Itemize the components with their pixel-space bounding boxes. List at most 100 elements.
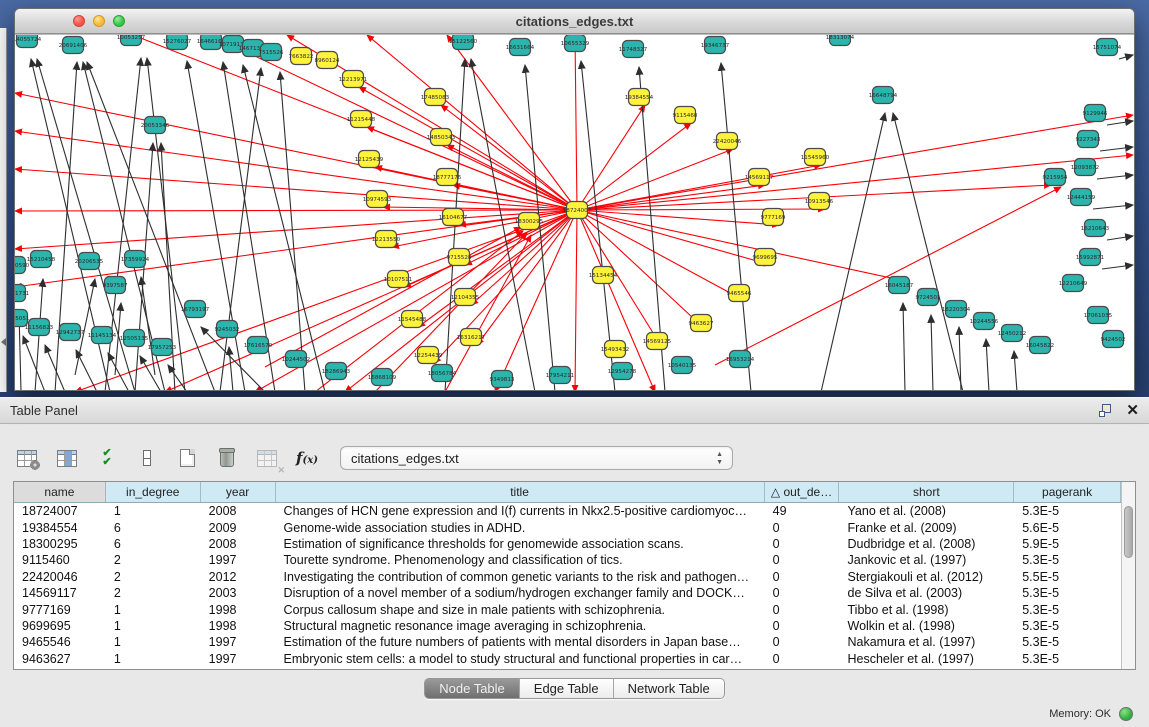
paper-node[interactable]: 16868109 xyxy=(368,369,397,386)
paper-node[interactable]: 17485083 xyxy=(421,89,450,106)
paper-node[interactable]: 16045187 xyxy=(885,277,914,294)
new-table-button[interactable] xyxy=(174,445,200,471)
table-row[interactable]: 2242004622012Investigating the contribut… xyxy=(14,569,1121,585)
paper-node[interactable]: 7515526 xyxy=(259,44,284,61)
paper-node[interactable]: 9135051 xyxy=(15,310,30,327)
paper-node[interactable]: 16953214 xyxy=(726,351,755,368)
table-row[interactable]: 911546021997Tourette syndrome. Phenomeno… xyxy=(14,552,1121,568)
citation-edge[interactable] xyxy=(477,210,577,345)
column-header-out_de[interactable]: △ out_de… xyxy=(765,482,840,502)
collapse-left-arrow-icon[interactable] xyxy=(1,338,6,346)
paper-node[interactable]: 12450212 xyxy=(998,325,1026,342)
paper-node[interactable]: 18056784 xyxy=(428,365,457,382)
paper-node[interactable]: 10655329 xyxy=(561,35,590,52)
paper-node[interactable]: 9215954 xyxy=(1043,169,1068,186)
paper-node[interactable]: 11545488 xyxy=(398,311,427,328)
paper-node[interactable]: 17061035 xyxy=(1084,307,1113,324)
paper-node[interactable]: 14850343 xyxy=(427,129,456,146)
citation-edge[interactable] xyxy=(434,210,577,363)
citation-edge[interactable] xyxy=(577,149,733,210)
citation-edge[interactable] xyxy=(577,210,779,225)
paper-node[interactable]: 9245032 xyxy=(215,321,240,338)
paper-node[interactable]: 16104677 xyxy=(439,209,468,226)
delete-table-button[interactable] xyxy=(214,445,240,471)
paper-node[interactable]: 18931731 xyxy=(15,285,30,302)
paper-node[interactable]: 14569117 xyxy=(745,169,774,186)
citation-edge[interactable] xyxy=(577,210,905,281)
paper-node[interactable]: 12093872 xyxy=(1071,159,1099,176)
paper-node[interactable]: 15493432 xyxy=(601,341,629,358)
show-columns-button[interactable]: ✔✔ xyxy=(94,445,120,471)
paper-node[interactable]: 16631664 xyxy=(506,39,535,56)
citation-edge[interactable] xyxy=(1093,205,1133,209)
window-titlebar[interactable]: citations_edges.txt xyxy=(15,9,1134,34)
paper-node[interactable]: 11145134 xyxy=(88,327,117,344)
paper-node[interactable]: 15210458 xyxy=(27,251,56,268)
paper-node[interactable]: 19346737 xyxy=(701,37,730,54)
paper-node[interactable]: 15276027 xyxy=(163,35,192,50)
paper-node[interactable]: 12505135 xyxy=(120,330,149,347)
citation-edge[interactable] xyxy=(1097,175,1133,179)
paper-node[interactable]: 12104355 xyxy=(451,289,480,306)
column-header-name[interactable]: name xyxy=(14,482,106,502)
paper-node[interactable]: 9397587 xyxy=(103,277,128,294)
paper-node[interactable]: 7663822 xyxy=(289,48,314,65)
citation-edge[interactable] xyxy=(15,210,577,211)
table-row[interactable]: 1872400712008Changes of HCN gene express… xyxy=(14,503,1121,519)
float-panel-icon[interactable] xyxy=(1099,404,1114,418)
column-header-year[interactable]: year xyxy=(201,482,276,502)
column-header-title[interactable]: title xyxy=(276,482,765,502)
table-row[interactable]: 946362711997Embryonic stem cells: a mode… xyxy=(14,651,1121,667)
paper-node[interactable]: 11215448 xyxy=(347,111,376,128)
paper-node[interactable]: 9724501 xyxy=(916,289,941,306)
paper-node[interactable]: 10540135 xyxy=(668,357,697,374)
paper-node[interactable]: 9463627 xyxy=(689,315,714,332)
citation-edge[interactable] xyxy=(1107,121,1133,125)
citation-edge[interactable] xyxy=(392,210,577,247)
table-scrollbar[interactable] xyxy=(1121,482,1135,669)
paper-node[interactable]: 9715528 xyxy=(447,249,472,266)
citation-edge[interactable] xyxy=(418,210,577,327)
paper-node[interactable]: 18313074 xyxy=(826,35,855,46)
paper-node[interactable]: 16210643 xyxy=(1081,220,1110,237)
paper-node[interactable]: 8960124 xyxy=(315,52,340,69)
paper-node[interactable]: 12954278 xyxy=(608,363,637,380)
citation-edge[interactable] xyxy=(986,339,989,390)
table-settings-button[interactable] xyxy=(14,445,40,471)
paper-node[interactable]: 12254439 xyxy=(414,347,443,364)
paper-node[interactable]: 11748327 xyxy=(619,41,648,58)
paper-node[interactable]: 14055724 xyxy=(15,35,42,48)
tab-network-table[interactable]: Network Table xyxy=(614,679,724,698)
citation-edge[interactable] xyxy=(453,185,577,210)
table-row[interactable]: 969969511998Structural magnetic resonanc… xyxy=(14,618,1121,634)
citation-edge[interactable] xyxy=(575,210,577,390)
paper-node[interactable]: 17616570 xyxy=(244,337,273,354)
paper-node[interactable]: 16793197 xyxy=(181,301,210,318)
paper-node[interactable]: 20206535 xyxy=(75,253,104,270)
citation-edge[interactable] xyxy=(45,345,65,390)
column-header-in_degree[interactable]: in_degree xyxy=(106,482,201,502)
citation-edge[interactable] xyxy=(821,113,885,390)
table-row[interactable]: 1938455462009Genome-wide association stu… xyxy=(14,519,1121,535)
citation-edge[interactable] xyxy=(575,35,577,210)
paper-node[interactable]: 17359924 xyxy=(121,251,150,268)
paper-node[interactable]: 22420046 xyxy=(713,133,742,150)
close-panel-icon[interactable]: ✕ xyxy=(1126,404,1139,418)
paper-node[interactable]: 10107511 xyxy=(384,271,413,288)
paper-node[interactable]: 12210649 xyxy=(1059,275,1088,292)
paper-node[interactable]: 9227343 xyxy=(1076,131,1101,148)
paper-node[interactable]: 10053257 xyxy=(117,35,146,46)
paper-node[interactable]: 19384554 xyxy=(625,89,654,106)
citation-edge[interactable] xyxy=(359,87,577,210)
paper-node[interactable]: 9115460 xyxy=(673,107,698,124)
citation-edge[interactable] xyxy=(721,63,751,390)
paper-node[interactable]: 18777176 xyxy=(433,169,462,186)
paper-node[interactable]: 9129946 xyxy=(1083,105,1108,122)
paper-node[interactable]: 12444159 xyxy=(1067,189,1096,206)
function-builder-button[interactable]: f(x) xyxy=(294,445,320,471)
paper-node[interactable]: 15134454 xyxy=(589,267,618,284)
citation-edge[interactable] xyxy=(280,72,305,390)
citation-edge[interactable] xyxy=(447,145,577,210)
paper-node[interactable]: 9465546 xyxy=(727,285,752,302)
column-header-short[interactable]: short xyxy=(839,482,1014,502)
